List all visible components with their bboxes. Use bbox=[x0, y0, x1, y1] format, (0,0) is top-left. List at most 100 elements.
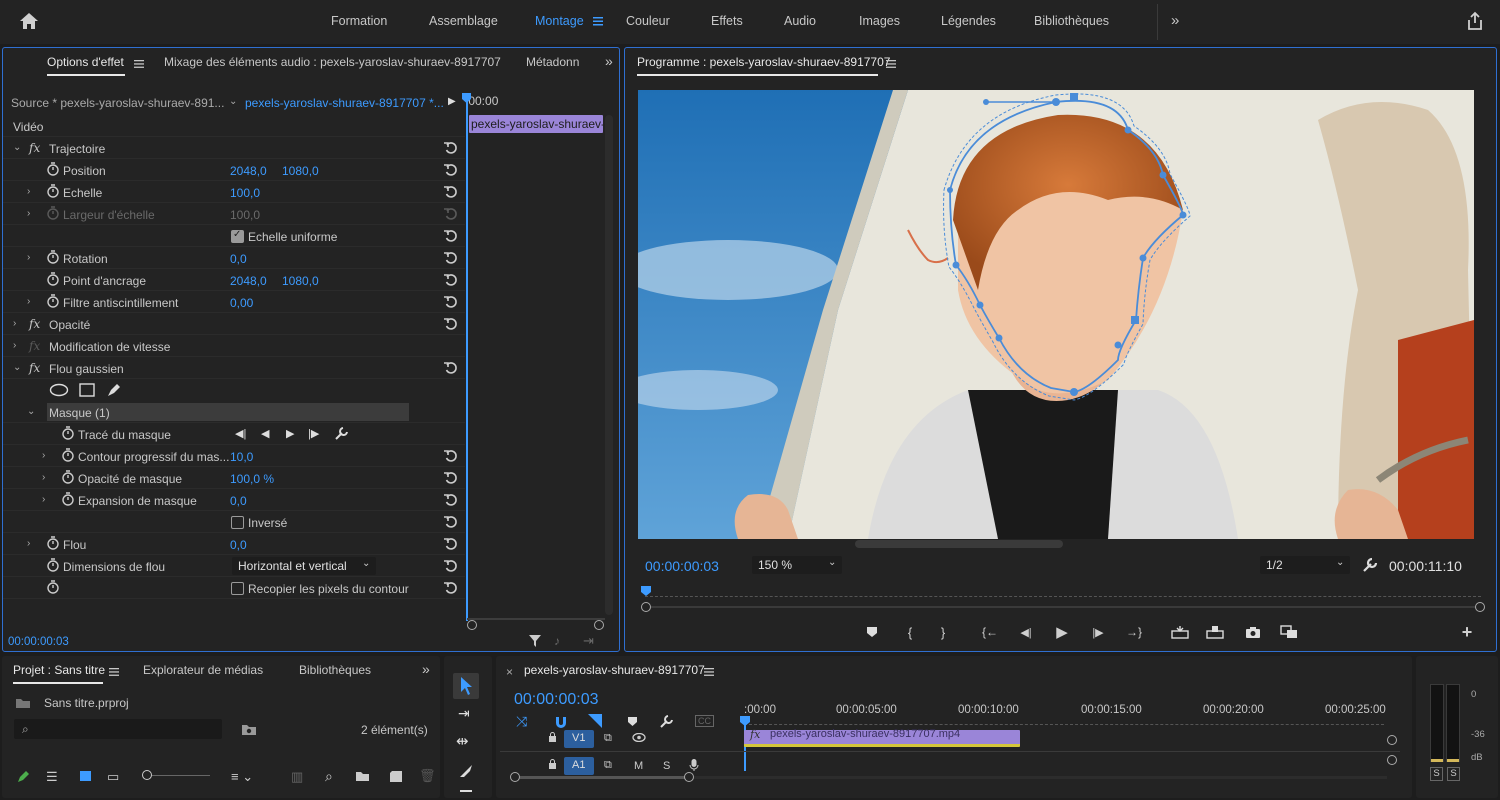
nest-icon[interactable]: ⤨ bbox=[516, 713, 527, 730]
reset-icon[interactable] bbox=[443, 536, 459, 552]
pen-mask-icon[interactable] bbox=[106, 382, 122, 398]
linked-selection-icon[interactable] bbox=[588, 714, 602, 728]
find-icon[interactable]: ⌕ bbox=[325, 768, 333, 785]
audio-icon[interactable]: ♪ bbox=[554, 634, 560, 648]
frame-scrollbar[interactable] bbox=[855, 540, 1063, 548]
marker-icon[interactable] bbox=[862, 622, 882, 642]
param-row-position[interactable]: Position 2048,0 1080,0 bbox=[3, 159, 465, 181]
workspace-tab-legendes[interactable]: Légendes bbox=[941, 14, 996, 28]
go-to-out-icon[interactable]: →} bbox=[1124, 622, 1144, 642]
chevron-down-icon[interactable]: ⌄ bbox=[229, 96, 237, 107]
stopwatch-icon[interactable] bbox=[46, 272, 60, 286]
step-back-icon[interactable]: ◀| bbox=[1016, 622, 1036, 642]
razor-tool-icon[interactable] bbox=[458, 763, 474, 779]
comparison-view-icon[interactable] bbox=[1279, 622, 1299, 642]
chevron-right-icon[interactable]: › bbox=[42, 472, 45, 483]
param-row-flou[interactable]: › Flou 0,0 bbox=[3, 533, 465, 555]
workspace-tab-images[interactable]: Images bbox=[859, 14, 900, 28]
zoom-slider-handle[interactable] bbox=[142, 770, 152, 780]
sort-icon[interactable]: ≡ ⌄ bbox=[231, 769, 253, 785]
snap-icon[interactable] bbox=[554, 715, 568, 729]
pencil-icon[interactable] bbox=[16, 770, 30, 784]
video-frame[interactable] bbox=[638, 90, 1474, 539]
wrench-icon[interactable] bbox=[1362, 557, 1378, 573]
param-row-ancrage[interactable]: Point d'ancrage 2048,0 1080,0 bbox=[3, 269, 465, 291]
tab-libraries[interactable]: Bibliothèques bbox=[299, 663, 371, 677]
effect-timecode[interactable]: 00:00:00:03 bbox=[8, 636, 69, 648]
go-to-in-icon[interactable]: {← bbox=[980, 622, 1000, 642]
reset-icon[interactable] bbox=[443, 492, 459, 508]
ripple-edit-tool-icon[interactable]: ⇹ bbox=[456, 732, 469, 750]
timeline-scroll-track[interactable] bbox=[694, 776, 1387, 779]
freeform-view-icon[interactable]: ▭ bbox=[107, 769, 119, 785]
chevron-right-icon[interactable]: › bbox=[27, 186, 30, 197]
home-icon[interactable] bbox=[19, 12, 39, 30]
zoom-handle-right[interactable] bbox=[1475, 602, 1485, 612]
param-value[interactable]: 100,0 % bbox=[230, 472, 274, 486]
workspace-tab-audio[interactable]: Audio bbox=[784, 14, 816, 28]
zoom-slider[interactable] bbox=[152, 775, 210, 776]
lock-icon[interactable] bbox=[548, 759, 557, 769]
track-backward-icon[interactable]: ◀ bbox=[261, 427, 269, 440]
chevron-down-icon[interactable]: ⌄ bbox=[13, 142, 21, 153]
track-backward-one-icon[interactable]: ◀| bbox=[235, 427, 246, 440]
vertical-zoom-handle[interactable] bbox=[1387, 735, 1397, 745]
zoom-handle-right[interactable] bbox=[594, 620, 604, 630]
param-row-expansion[interactable]: › Expansion de masque 0,0 bbox=[3, 489, 465, 511]
panel-menu-icon[interactable] bbox=[134, 60, 144, 68]
chevron-down-icon[interactable]: ⌄ bbox=[27, 406, 35, 417]
workspace-tab-formation[interactable]: Formation bbox=[331, 14, 387, 28]
solo-left-button[interactable]: S bbox=[1430, 767, 1443, 781]
wrench-icon[interactable] bbox=[334, 426, 349, 441]
effect-row-flou-gaussien[interactable]: ⌄ fx Flou gaussien bbox=[3, 357, 465, 379]
add-marker-icon[interactable] bbox=[627, 716, 638, 727]
stopwatch-icon[interactable] bbox=[61, 492, 75, 506]
track-forward-one-icon[interactable]: |▶ bbox=[308, 427, 319, 440]
track-forward-icon[interactable]: ▶ bbox=[286, 427, 294, 440]
more-workspaces-button[interactable]: » bbox=[1171, 12, 1179, 29]
zoom-dropdown[interactable]: 150 % ⌄ bbox=[752, 556, 842, 574]
reset-icon[interactable] bbox=[443, 580, 459, 596]
tab-media-browser[interactable]: Explorateur de médias bbox=[143, 663, 263, 677]
mark-out-icon[interactable]: } bbox=[933, 622, 953, 642]
workspace-tab-couleur[interactable]: Couleur bbox=[626, 14, 670, 28]
reset-icon[interactable] bbox=[443, 162, 459, 178]
timeline-settings-icon[interactable] bbox=[659, 714, 674, 729]
playhead-line[interactable] bbox=[466, 96, 468, 621]
source-label[interactable]: Source * pexels-yaroslav-shuraev-891... bbox=[11, 96, 224, 110]
param-value[interactable]: 0,00 bbox=[230, 296, 253, 310]
chevron-right-icon[interactable]: › bbox=[27, 296, 30, 307]
tab-metadata[interactable]: Métadonn bbox=[526, 55, 579, 69]
stopwatch-icon[interactable] bbox=[46, 162, 60, 176]
program-scrub-bar[interactable] bbox=[641, 586, 1481, 606]
microphone-icon[interactable] bbox=[689, 758, 699, 772]
video-clip[interactable]: fx pexels-yaroslav-shuraev-8917707.mp4 bbox=[744, 728, 1020, 747]
param-value-y[interactable]: 1080,0 bbox=[282, 164, 319, 178]
param-value[interactable]: 10,0 bbox=[230, 450, 253, 464]
panel-menu-icon[interactable] bbox=[886, 60, 896, 68]
param-value[interactable]: 0,0 bbox=[230, 538, 247, 552]
repeat-edge-checkbox[interactable] bbox=[231, 582, 244, 595]
param-row-rotation[interactable]: › Rotation 0,0 bbox=[3, 247, 465, 269]
sequence-label[interactable]: pexels-yaroslav-shuraev-8917707 *... bbox=[245, 96, 444, 110]
reset-icon[interactable] bbox=[443, 448, 459, 464]
sync-lock-icon[interactable]: ⧉ bbox=[604, 732, 612, 745]
tab-effect-options[interactable]: Options d'effet bbox=[47, 55, 124, 69]
list-view-icon[interactable]: ☰ bbox=[46, 769, 58, 785]
timeline-title[interactable]: pexels-yaroslav-shuraev-8917707 bbox=[524, 663, 705, 677]
inverted-checkbox[interactable] bbox=[231, 516, 244, 529]
new-bin-icon[interactable] bbox=[355, 770, 370, 782]
zoom-bar[interactable] bbox=[651, 606, 1475, 608]
program-timecode[interactable]: 00:00:00:03 bbox=[645, 558, 719, 574]
vertical-zoom-handle[interactable] bbox=[1387, 755, 1397, 765]
solo-button[interactable]: S bbox=[663, 760, 670, 772]
add-button-icon[interactable]: + bbox=[1457, 622, 1477, 642]
selection-tool-icon[interactable] bbox=[459, 676, 473, 696]
param-row-uniforme[interactable]: ✓ Echelle uniforme bbox=[3, 225, 465, 247]
uniform-scale-checkbox[interactable]: ✓ bbox=[231, 229, 244, 243]
program-monitor-title[interactable]: Programme : pexels-yaroslav-shuraev-8917… bbox=[637, 55, 890, 69]
eye-icon[interactable] bbox=[632, 733, 646, 742]
reset-icon[interactable] bbox=[443, 514, 459, 530]
timeline-zoom-handle-right[interactable] bbox=[684, 772, 694, 782]
panel-menu-icon[interactable] bbox=[109, 668, 119, 676]
